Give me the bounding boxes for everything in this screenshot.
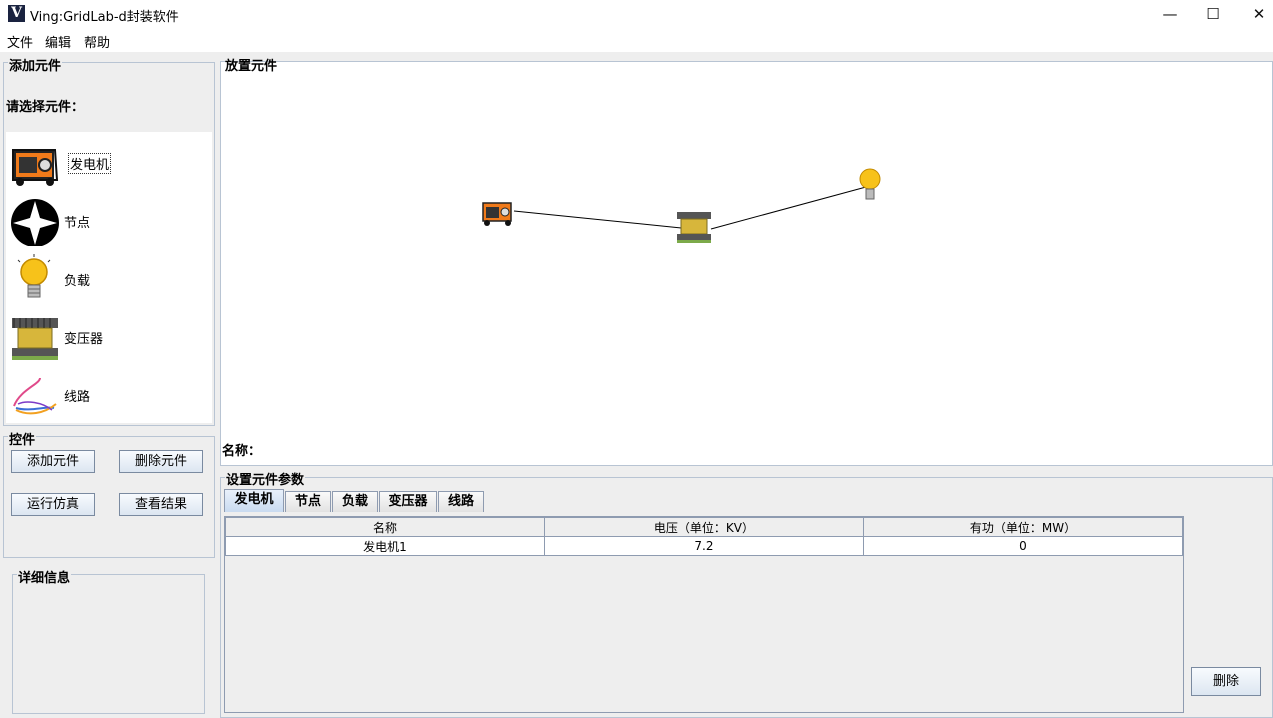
delete-row-button[interactable]: 删除 (1191, 667, 1261, 696)
table-cell-active-power[interactable]: 0 (862, 536, 1184, 556)
details-group (12, 574, 205, 714)
placed-transformer[interactable] (677, 212, 711, 243)
tab-line[interactable]: 线路 (438, 491, 484, 512)
minimize-button[interactable]: — (1147, 0, 1193, 28)
menu-help[interactable]: 帮助 (84, 32, 110, 51)
select-component-prompt: 请选择元件： (6, 100, 85, 115)
connection-line (513, 210, 692, 230)
palette-label-transformer: 变压器 (64, 332, 104, 347)
add-component-button[interactable]: 添加元件 (11, 450, 95, 473)
table-cell-voltage[interactable]: 7.2 (543, 536, 864, 556)
palette-item-load[interactable]: 负载 (6, 250, 212, 306)
parameters-group-title: 设置元件参数 (225, 469, 306, 488)
maximize-button[interactable]: ☐ (1190, 0, 1236, 28)
connection-line (710, 186, 867, 230)
name-label: 名称： (222, 444, 262, 459)
menu-bar: 文件 编辑 帮助 (0, 28, 1273, 52)
placed-generator[interactable] (482, 202, 512, 226)
palette-label-node: 节点 (64, 216, 91, 231)
palette-item-line[interactable]: 线路 (6, 366, 212, 422)
table-cell-name[interactable]: 发电机1 (225, 536, 545, 556)
run-simulation-button[interactable]: 运行仿真 (11, 493, 95, 516)
menu-file[interactable]: 文件 (7, 32, 33, 51)
app-icon: V (8, 5, 25, 22)
palette-label-load: 负载 (64, 274, 91, 289)
parameter-table: 名称 电压（单位：KV） 有功（单位：MW） 发电机1 7.2 0 (225, 517, 1184, 556)
component-palette: 发电机 节点 负载 变压器 线路 (6, 132, 212, 423)
tab-transformer[interactable]: 变压器 (379, 491, 437, 512)
node-star-icon (11, 199, 59, 246)
parameter-table-area: 名称 电压（单位：KV） 有功（单位：MW） 发电机1 7.2 0 (224, 516, 1184, 713)
palette-label-generator: 发电机 (68, 153, 112, 174)
table-row[interactable]: 发电机1 7.2 0 (225, 536, 1184, 556)
view-results-button[interactable]: 查看结果 (119, 493, 203, 516)
title-bar: V Ving:GridLab-d封装软件 — ☐ ✕ (0, 0, 1273, 28)
column-header-name[interactable]: 名称 (225, 517, 545, 537)
palette-item-generator[interactable]: 发电机 (6, 134, 212, 190)
placement-canvas[interactable] (220, 61, 1273, 466)
lightbulb-icon (17, 254, 51, 298)
column-header-voltage[interactable]: 电压（单位：KV） (543, 517, 864, 537)
add-component-group-title: 添加元件 (8, 55, 63, 74)
palette-label-line: 线路 (64, 390, 91, 405)
menu-edit[interactable]: 编辑 (45, 32, 71, 51)
transformer-icon (12, 318, 58, 360)
line-cable-icon (13, 377, 57, 415)
placed-lightbulb[interactable] (859, 168, 881, 200)
palette-item-transformer[interactable]: 变压器 (6, 308, 212, 364)
tab-load[interactable]: 负载 (332, 491, 378, 512)
details-group-title: 详细信息 (17, 567, 72, 586)
canvas-diagram (482, 168, 881, 243)
window-title: Ving:GridLab-d封装软件 (30, 10, 179, 25)
delete-component-button[interactable]: 删除元件 (119, 450, 203, 473)
column-header-active-power[interactable]: 有功（单位：MW） (862, 517, 1184, 537)
placement-canvas-title: 放置元件 (225, 59, 278, 74)
table-header-row: 名称 电压（单位：KV） 有功（单位：MW） (225, 517, 1184, 537)
palette-item-node[interactable]: 节点 (6, 192, 212, 248)
close-button[interactable]: ✕ (1236, 0, 1273, 28)
controls-group-title: 控件 (8, 429, 37, 448)
tab-node[interactable]: 节点 (285, 491, 331, 512)
generator-icon (12, 149, 59, 186)
tab-generator[interactable]: 发电机 (224, 489, 284, 512)
